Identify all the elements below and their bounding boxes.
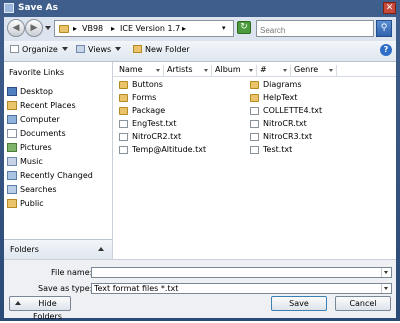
chevron-down-icon (61, 47, 68, 51)
nav-item-label: Music (20, 157, 43, 166)
text-file-icon (250, 146, 259, 154)
music-icon (7, 157, 17, 166)
new-folder-button[interactable]: New Folder (133, 45, 190, 54)
breadcrumb-vb98[interactable]: VB98 (82, 24, 103, 33)
app-icon (4, 3, 14, 13)
search-icon[interactable]: ⚲ (376, 20, 392, 37)
search-input[interactable] (256, 20, 374, 37)
folder-icon (119, 107, 128, 115)
nav-item-public[interactable]: Public (5, 197, 111, 211)
toolbar: Organize Views New Folder ? (4, 41, 396, 62)
file-name-label: File name: (51, 268, 93, 277)
breadcrumb-ice-version[interactable]: ICE Version 1.7 (120, 24, 180, 33)
navigation-pane: Favorite Links Desktop Recent Places Com… (4, 62, 113, 239)
text-file-icon (119, 120, 128, 128)
address-row: ◀ ▶ ▸ VB98 ▸ ICE Version 1.7 ▸ ▾ ↻ ⚲ (4, 17, 396, 41)
folders-toggle[interactable]: Folders (4, 239, 113, 260)
chevron-up-icon (15, 301, 21, 305)
text-file-icon (119, 146, 128, 154)
public-icon (7, 199, 17, 208)
save-button[interactable]: Save (271, 296, 327, 311)
chevron-right-icon[interactable]: ▸ (73, 24, 77, 33)
text-file-icon (119, 133, 128, 141)
save-as-type-label: Save as type: (38, 284, 93, 293)
nav-item-computer[interactable]: Computer (5, 113, 111, 127)
cancel-button[interactable]: Cancel (335, 296, 391, 311)
chevron-down-icon[interactable] (381, 284, 391, 293)
chevron-up-icon (98, 247, 104, 251)
views-label: Views (88, 45, 112, 54)
nav-item-music[interactable]: Music (5, 155, 111, 169)
back-button[interactable]: ◀ (7, 19, 25, 37)
favorite-links-heading: Favorite Links (9, 68, 65, 77)
organize-label: Organize (22, 45, 58, 54)
folder-icon (119, 94, 128, 102)
folder-icon (250, 94, 259, 102)
text-file-icon (250, 107, 259, 115)
folder-icon (119, 81, 128, 89)
recent-pages-dropdown[interactable] (45, 26, 51, 30)
column-header-album[interactable]: Album (212, 65, 257, 76)
chevron-right-icon[interactable]: ▸ (111, 24, 115, 33)
save-as-dialog: Save As ✕ ◀ ▶ ▸ VB98 ▸ ICE Version 1.7 ▸… (0, 0, 400, 321)
nav-item-recently-changed[interactable]: Recently Changed (5, 169, 111, 183)
nav-item-label: Pictures (20, 143, 52, 152)
nav-item-pictures[interactable]: Pictures (5, 141, 111, 155)
file-list: Name Artists Album # Genre Buttons Forms… (113, 62, 396, 259)
nav-item-desktop[interactable]: Desktop (5, 85, 111, 99)
column-header-row: Name Artists Album # Genre (113, 65, 396, 77)
address-dropdown-icon[interactable]: ▾ (222, 24, 226, 32)
nav-item-documents[interactable]: Documents (5, 127, 111, 141)
folders-label: Folders (10, 245, 39, 254)
hide-folders-button[interactable]: Hide Folders (9, 296, 71, 321)
documents-icon (7, 129, 17, 138)
views-icon (76, 45, 85, 53)
new-folder-label: New Folder (145, 45, 190, 54)
nav-item-label: Searches (20, 185, 57, 194)
nav-item-label: Recent Places (20, 101, 76, 110)
nav-item-label: Documents (20, 129, 66, 138)
chevron-down-icon[interactable] (381, 268, 391, 277)
nav-item-label: Recently Changed (20, 171, 93, 180)
organize-icon (10, 45, 19, 53)
desktop-icon (7, 87, 17, 96)
save-options-panel: File name: Save as type: Text format fil… (4, 259, 396, 321)
computer-icon (7, 115, 17, 124)
nav-item-label: Public (20, 199, 44, 208)
searches-icon (7, 185, 17, 194)
column-header-artists[interactable]: Artists (164, 65, 212, 76)
save-as-type-select[interactable]: Text format files *.txt (91, 283, 392, 294)
text-file-icon (250, 120, 259, 128)
nav-item-label: Computer (20, 115, 60, 124)
pictures-icon (7, 143, 17, 152)
close-button[interactable]: ✕ (383, 2, 396, 14)
views-menu[interactable]: Views (76, 45, 122, 54)
address-bar[interactable]: ▸ VB98 ▸ ICE Version 1.7 ▸ ▾ (54, 20, 234, 37)
recently-changed-icon (7, 171, 17, 180)
dialog-body: ◀ ▶ ▸ VB98 ▸ ICE Version 1.7 ▸ ▾ ↻ ⚲ Org… (4, 17, 396, 321)
title-bar: Save As ✕ (0, 0, 400, 17)
column-header-number[interactable]: # (257, 65, 291, 76)
nav-item-recent-places[interactable]: Recent Places (5, 99, 111, 113)
text-file-icon (250, 133, 259, 141)
help-icon[interactable]: ? (380, 44, 392, 56)
window-title: Save As (18, 3, 58, 13)
nav-item-label: Desktop (20, 87, 53, 96)
new-folder-icon (133, 45, 142, 53)
refresh-button[interactable]: ↻ (237, 21, 251, 34)
organize-menu[interactable]: Organize (10, 45, 68, 54)
folder-icon (250, 81, 259, 89)
recent-places-icon (7, 101, 17, 110)
chevron-right-icon[interactable]: ▸ (182, 24, 186, 33)
column-header-genre[interactable]: Genre (291, 65, 337, 76)
forward-button[interactable]: ▶ (25, 19, 43, 37)
chevron-down-icon (115, 47, 122, 51)
column-header-name[interactable]: Name (116, 65, 164, 76)
nav-item-searches[interactable]: Searches (5, 183, 111, 197)
folder-icon (59, 25, 69, 33)
file-name-field[interactable] (91, 267, 392, 278)
